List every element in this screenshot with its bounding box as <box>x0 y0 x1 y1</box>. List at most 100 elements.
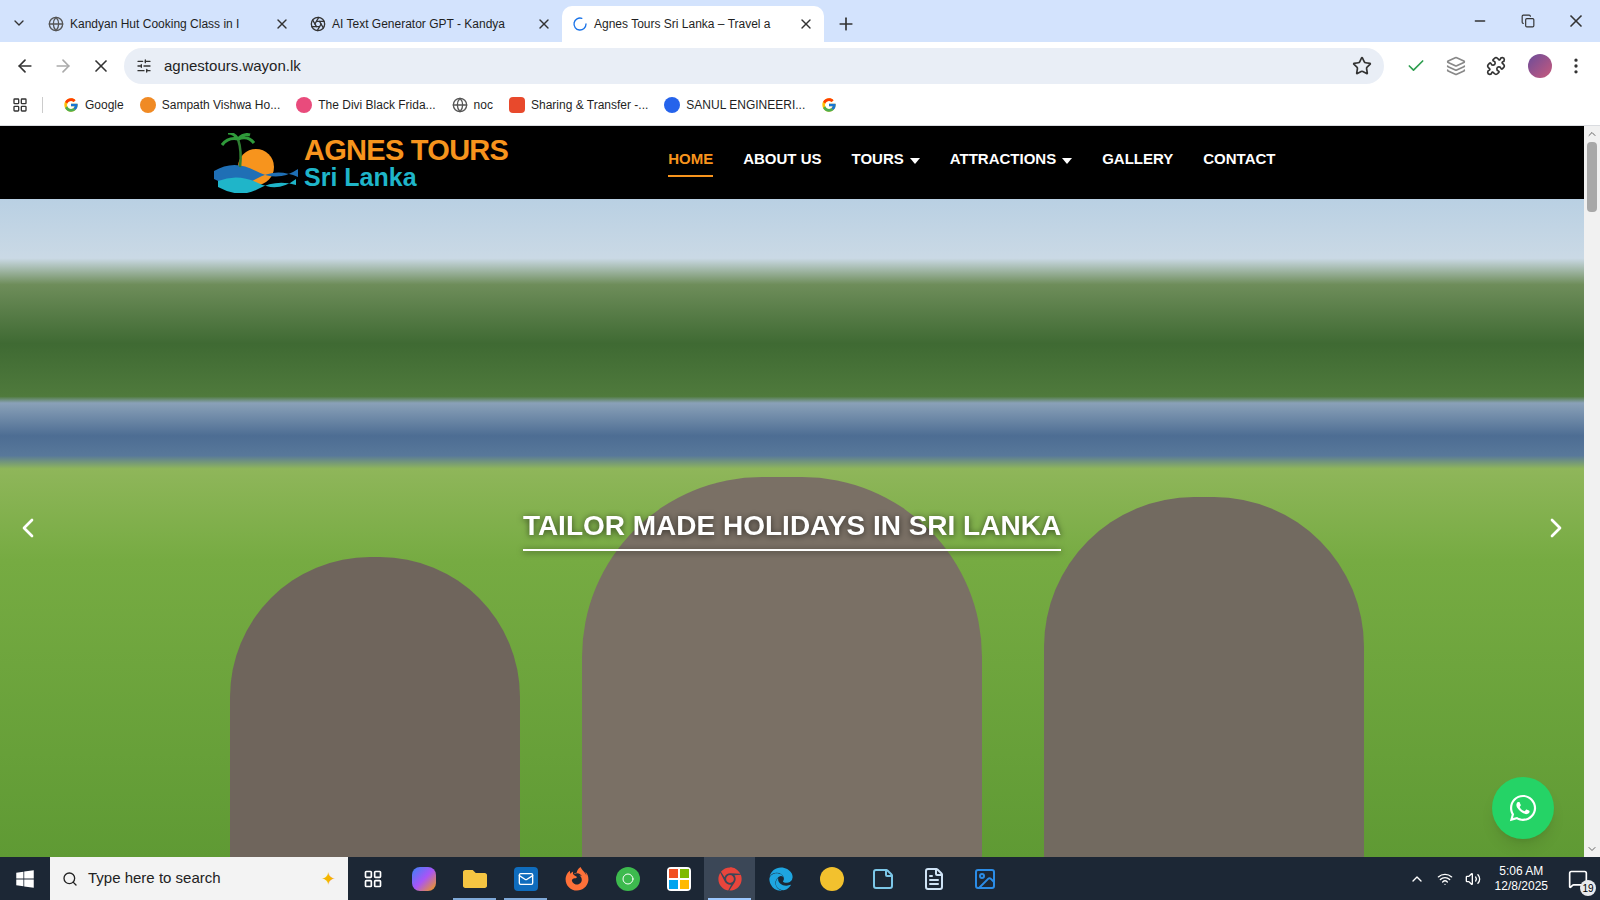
nav-item[interactable]: ABOUT US <box>743 142 821 183</box>
green-app-icon <box>616 867 640 891</box>
clock[interactable]: 5:06 AM12/8/2025 <box>1487 864 1556 894</box>
omnibox[interactable]: agnestours.wayon.lk <box>124 48 1384 84</box>
outlook-icon <box>514 867 538 891</box>
copilot-icon <box>412 867 436 891</box>
profile-avatar[interactable] <box>1528 54 1552 78</box>
close-icon[interactable] <box>274 16 290 32</box>
bookmark[interactable]: Sampath Vishwa Ho... <box>134 92 287 118</box>
taskbar-app[interactable] <box>959 857 1010 900</box>
scrollbar[interactable] <box>1584 126 1600 857</box>
hero-caption: TAILOR MADE HOLIDAYS IN SRI LANKA <box>523 505 1061 551</box>
scrollbar-thumb[interactable] <box>1587 142 1597 212</box>
bookmark[interactable]: Google <box>57 92 130 118</box>
notifications-button[interactable]: 19 <box>1556 857 1600 900</box>
taskbar-app[interactable] <box>755 857 806 900</box>
taskbar-app[interactable] <box>806 857 857 900</box>
star-icon[interactable] <box>1352 56 1372 76</box>
close-icon[interactable] <box>536 16 552 32</box>
taskbar-app[interactable] <box>398 857 449 900</box>
taskbar-app[interactable] <box>653 857 704 900</box>
task-view-button[interactable] <box>348 857 398 900</box>
scroll-up-icon[interactable] <box>1586 128 1598 140</box>
whatsapp-icon <box>1508 793 1538 823</box>
search-icon <box>62 871 78 887</box>
browser-tab[interactable]: AI Text Generator GPT - Kandya <box>300 6 562 42</box>
prev-slide-button[interactable] <box>8 508 48 548</box>
nav-item[interactable]: GALLERY <box>1102 142 1173 183</box>
menu-icon[interactable] <box>1566 56 1586 76</box>
nav-label: HOME <box>668 148 713 177</box>
firefox-icon <box>565 867 589 891</box>
site-info-icon[interactable] <box>136 58 152 74</box>
viewport: AGNES TOURSSri Lanka HOME ABOUT US TOURS ATT… <box>0 126 1600 857</box>
site-header: AGNES TOURSSri Lanka HOME ABOUT US TOURS ATT… <box>0 126 1584 199</box>
taskbar-app[interactable] <box>500 857 551 900</box>
network-icon[interactable] <box>1437 871 1453 887</box>
close-icon[interactable] <box>798 16 814 32</box>
nav-label: ATTRACTIONS <box>950 148 1056 177</box>
puzzle-icon[interactable] <box>1486 56 1506 76</box>
volume-icon[interactable] <box>1465 871 1481 887</box>
bookmark[interactable]: The Divi Black Frida... <box>290 92 441 118</box>
back-icon <box>15 56 35 76</box>
forward-button[interactable] <box>46 49 80 83</box>
whatsapp-button[interactable] <box>1492 777 1554 839</box>
sanul-icon <box>664 97 680 113</box>
bookmark[interactable]: noc <box>446 92 499 118</box>
nav-item[interactable]: ATTRACTIONS <box>950 142 1072 183</box>
web-page: AGNES TOURSSri Lanka HOME ABOUT US TOURS ATT… <box>0 126 1584 857</box>
bookmark-label: noc <box>474 96 493 114</box>
close-window-button[interactable] <box>1552 0 1600 42</box>
restore-button[interactable] <box>1504 0 1552 42</box>
taskbar-app[interactable] <box>857 857 908 900</box>
tab-search-button[interactable] <box>0 4 38 42</box>
taskbar-app[interactable] <box>908 857 959 900</box>
start-button[interactable] <box>0 857 50 900</box>
stop-icon <box>91 56 111 76</box>
apps-icon[interactable] <box>12 97 28 113</box>
next-slide-button[interactable] <box>1536 508 1576 548</box>
back-button[interactable] <box>8 49 42 83</box>
chevron-down-icon <box>11 15 27 31</box>
taskbar-app[interactable] <box>602 857 653 900</box>
taskbar-app[interactable] <box>551 857 602 900</box>
browser-tab[interactable]: Kandyan Hut Cooking Class in I <box>38 6 300 42</box>
nav-label: TOURS <box>852 148 904 177</box>
tab-title: Agnes Tours Sri Lanka – Travel a <box>594 15 792 33</box>
running-indicator <box>504 898 547 900</box>
taskbar-search[interactable]: Type here to search✦ <box>50 857 348 900</box>
bookmark-label: The Divi Black Frida... <box>318 96 435 114</box>
bookmark[interactable]: SANUL ENGINEERI... <box>658 92 811 118</box>
new-tab-button[interactable] <box>828 6 864 42</box>
scroll-down-icon[interactable] <box>1586 843 1598 855</box>
google-icon <box>63 97 79 113</box>
logo-subtitle: Sri Lanka <box>304 165 508 190</box>
logo-title: AGNES TOURS <box>304 136 508 165</box>
nav-item[interactable]: TOURS <box>852 142 920 183</box>
extension-icon[interactable] <box>1446 56 1466 76</box>
tray-overflow-icon[interactable] <box>1409 871 1425 887</box>
minimize-button[interactable] <box>1456 0 1504 42</box>
chrome-icon <box>718 867 742 891</box>
bookmark[interactable]: Sharing & Transfer -... <box>503 92 654 118</box>
nav-item[interactable]: HOME <box>668 142 713 183</box>
taskbar-app[interactable] <box>704 857 755 900</box>
running-indicator <box>453 898 496 900</box>
stop-button[interactable] <box>84 49 118 83</box>
chevron-left-icon <box>12 512 44 544</box>
check-extension-icon[interactable] <box>1406 56 1426 76</box>
nav-item[interactable]: CONTACT <box>1203 142 1275 183</box>
tab-title: Kandyan Hut Cooking Class in I <box>70 15 268 33</box>
notes-icon <box>871 867 895 891</box>
yellow-app-icon <box>820 867 844 891</box>
gpt-icon <box>310 16 326 32</box>
taskbar-app[interactable] <box>449 857 500 900</box>
site-logo[interactable]: AGNES TOURSSri Lanka <box>210 133 508 193</box>
nav-label: GALLERY <box>1102 148 1173 177</box>
taskbar: Type here to search✦ 5:06 AM12/8/202519 <box>0 857 1600 900</box>
forward-icon <box>53 56 73 76</box>
bookmark[interactable] <box>815 93 843 117</box>
nav-label: CONTACT <box>1203 148 1275 177</box>
windows-icon <box>15 869 35 889</box>
browser-tab[interactable]: Agnes Tours Sri Lanka – Travel a <box>562 6 824 42</box>
